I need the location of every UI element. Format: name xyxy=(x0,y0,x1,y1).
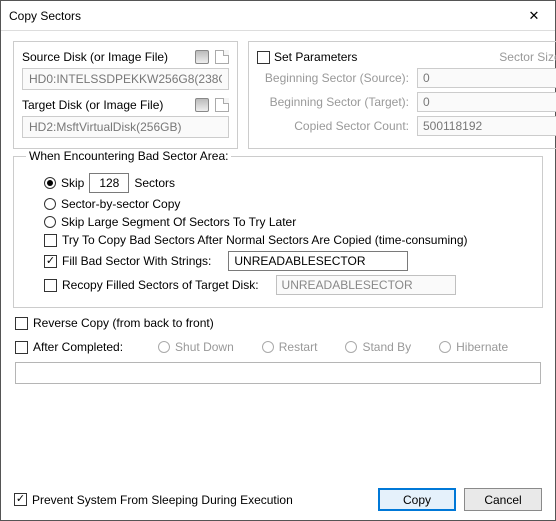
disk-icon[interactable] xyxy=(195,98,209,112)
shutdown-radio xyxy=(158,341,170,353)
skip-radio[interactable] xyxy=(44,177,56,189)
bad-sector-group: When Encountering Bad Sector Area: Skip … xyxy=(13,149,543,308)
after-completed-label: After Completed: xyxy=(33,340,123,354)
begin-source-field[interactable] xyxy=(417,68,556,88)
source-disk-field[interactable] xyxy=(22,68,229,90)
set-params-checkbox[interactable] xyxy=(257,51,270,64)
recopy-checkbox[interactable] xyxy=(44,279,57,292)
disk-icon[interactable] xyxy=(195,50,209,64)
target-disk-label: Target Disk (or Image File) xyxy=(22,98,163,112)
copied-count-field[interactable] xyxy=(417,116,556,136)
begin-source-label: Beginning Sector (Source): xyxy=(257,71,417,85)
try-copy-label: Try To Copy Bad Sectors After Normal Sec… xyxy=(62,233,468,247)
reverse-copy-label: Reverse Copy (from back to front) xyxy=(33,316,214,330)
window-title: Copy Sectors xyxy=(9,9,81,23)
standby-radio xyxy=(345,341,357,353)
file-icon[interactable] xyxy=(215,98,229,112)
copy-button[interactable]: Copy xyxy=(378,488,456,511)
skip-suffix: Sectors xyxy=(134,176,175,190)
set-params-label: Set Parameters xyxy=(274,50,357,64)
copied-count-label: Copied Sector Count: xyxy=(257,119,417,133)
cancel-button[interactable]: Cancel xyxy=(464,488,542,511)
fill-string-field[interactable] xyxy=(228,251,408,271)
reverse-copy-checkbox[interactable] xyxy=(15,317,28,330)
skip-count-field[interactable] xyxy=(89,173,129,193)
recopy-label: Recopy Filled Sectors of Target Disk: xyxy=(62,278,259,292)
target-disk-field[interactable] xyxy=(22,116,229,138)
begin-target-field[interactable] xyxy=(417,92,556,112)
hibernate-radio xyxy=(439,341,451,353)
after-completed-checkbox[interactable] xyxy=(15,341,28,354)
skip-label: Skip xyxy=(61,176,84,190)
restart-radio xyxy=(262,341,274,353)
hibernate-label: Hibernate xyxy=(456,340,508,354)
prevent-sleep-label: Prevent System From Sleeping During Exec… xyxy=(32,493,293,507)
file-icon[interactable] xyxy=(215,50,229,64)
bad-sector-legend: When Encountering Bad Sector Area: xyxy=(26,149,231,163)
sector-by-sector-radio[interactable] xyxy=(44,198,56,210)
skip-large-radio[interactable] xyxy=(44,216,56,228)
begin-target-label: Beginning Sector (Target): xyxy=(257,95,417,109)
fill-label: Fill Bad Sector With Strings: xyxy=(62,254,211,268)
restart-label: Restart xyxy=(279,340,318,354)
sector-size-label: Sector Size 512 xyxy=(499,50,556,64)
skip-large-label: Skip Large Segment Of Sectors To Try Lat… xyxy=(61,215,296,229)
progress-area xyxy=(15,362,541,384)
close-button[interactable]: ✕ xyxy=(513,1,555,30)
fill-checkbox[interactable] xyxy=(44,255,57,268)
source-disk-label: Source Disk (or Image File) xyxy=(22,50,168,64)
prevent-sleep-checkbox[interactable] xyxy=(14,493,27,506)
recopy-string-field xyxy=(276,275,456,295)
title-bar: Copy Sectors ✕ xyxy=(1,1,555,31)
shutdown-label: Shut Down xyxy=(175,340,234,354)
try-copy-checkbox[interactable] xyxy=(44,234,57,247)
standby-label: Stand By xyxy=(362,340,411,354)
sector-by-sector-label: Sector-by-sector Copy xyxy=(61,197,180,211)
